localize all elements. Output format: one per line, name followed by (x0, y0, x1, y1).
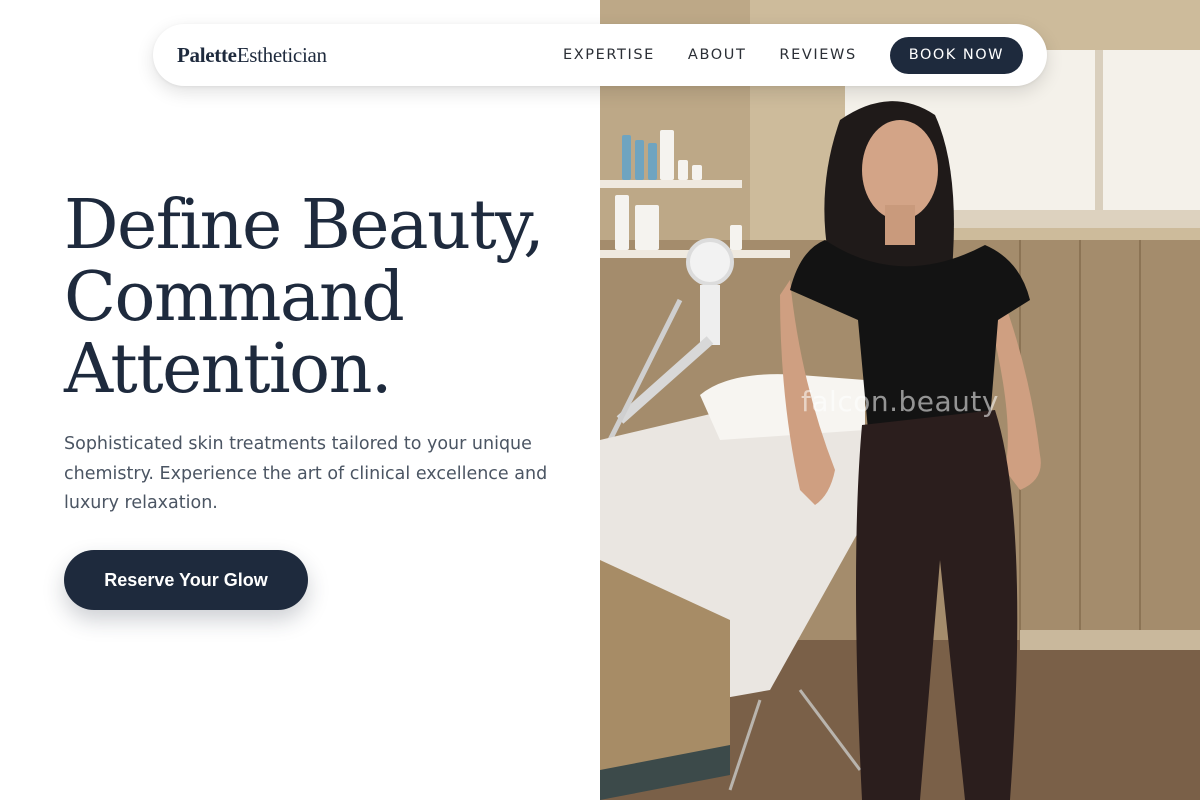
logo-regular-text: Esthetician (236, 42, 327, 67)
nav-link-expertise[interactable]: EXPERTISE (563, 47, 655, 63)
brand-logo[interactable]: PaletteEsthetician (177, 43, 327, 68)
photo-watermark: falcon.beauty (801, 385, 999, 418)
nav-links: EXPERTISE ABOUT REVIEWS BOOK NOW (563, 36, 1023, 74)
hero-headline: Define Beauty, Command Attention. (64, 190, 584, 406)
logo-bold-text: Palette (177, 42, 237, 67)
book-now-button[interactable]: BOOK NOW (889, 36, 1023, 74)
hero-description: Sophisticated skin treatments tailored t… (64, 434, 548, 513)
headline-line-2: Command (64, 258, 405, 337)
reserve-your-glow-button[interactable]: Reserve Your Glow (64, 550, 308, 610)
nav-link-about[interactable]: ABOUT (688, 47, 747, 63)
headline-line-1: Define Beauty, (64, 186, 545, 265)
headline-line-3: Attention. (64, 330, 393, 409)
hero-photo: falcon.beauty (600, 0, 1200, 800)
top-navigation: PaletteEsthetician EXPERTISE ABOUT REVIE… (153, 24, 1047, 86)
nav-link-reviews[interactable]: REVIEWS (779, 47, 856, 63)
